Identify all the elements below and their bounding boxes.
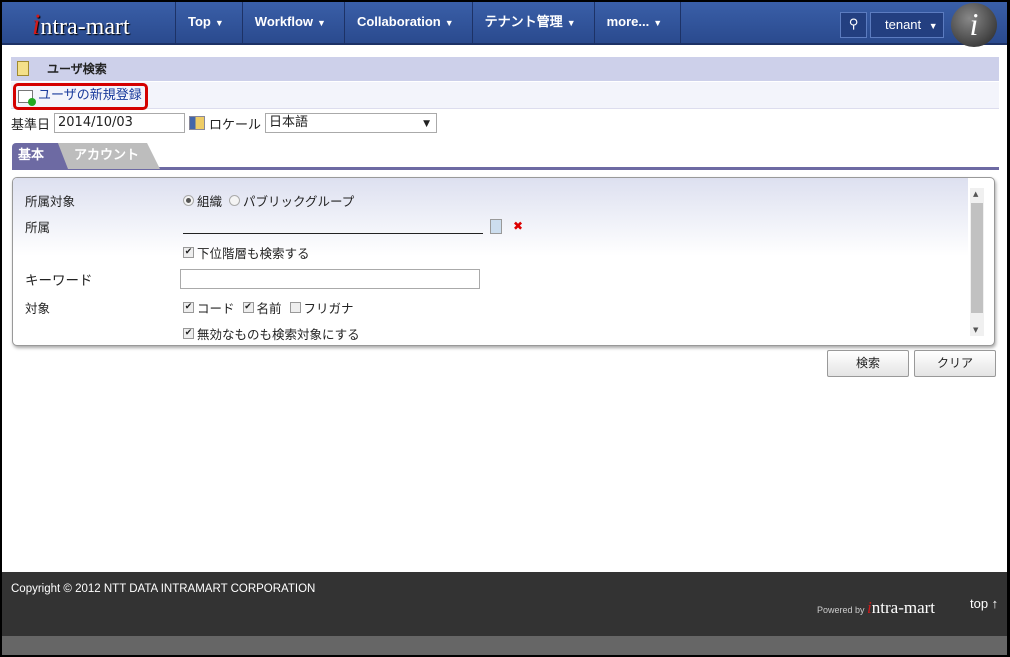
menu-workflow[interactable]: Workflow ▼ (241, 2, 344, 45)
menu-label: テナント管理 (484, 14, 563, 29)
scroll-up-icon[interactable]: ▲ (973, 190, 978, 198)
caret-down-icon: ▼ (214, 18, 224, 28)
menu-top[interactable]: Top ▼ (175, 2, 242, 45)
affiliation-type-label: 所属対象 (25, 194, 76, 209)
target-label: 対象 (25, 301, 51, 316)
radio-public-group[interactable] (229, 195, 241, 206)
intra-mart-logo[interactable]: intra-mart (32, 8, 130, 42)
target-code-checkbox[interactable]: ✔ (183, 302, 194, 313)
tab-bar: アカウント 基本 (12, 143, 999, 170)
radio-public-label: パブリックグループ (243, 194, 355, 209)
lookup-search-icon[interactable] (490, 218, 502, 234)
caret-down-icon: ▼ (928, 21, 938, 31)
search-icon: ⚲ (848, 17, 859, 32)
target-name-checkbox[interactable]: ✔ (242, 302, 254, 313)
menu-tenant-admin[interactable]: テナント管理 ▼ (471, 2, 594, 45)
scrollbar-thumb[interactable] (971, 203, 983, 313)
add-window-icon (18, 90, 36, 106)
action-bar: ユーザの新規登録 (11, 82, 999, 110)
copyright: Copyright © 2012 NTT DATA INTRAMART CORP… (11, 583, 316, 595)
include-invalid-label: 無効なものも検索対象にする (197, 327, 360, 342)
target-kana-label: フリガナ (303, 301, 354, 316)
user-name: tenant (885, 17, 922, 32)
menu-label: more... (606, 14, 650, 29)
date-label: 基準日 (11, 117, 51, 133)
filter-row: 基準日 2014/10/03 ロケール 日本語 (11, 112, 438, 134)
top-nav: intra-mart Top ▼ Workflow ▼ Collaboration ▼… (2, 2, 1007, 47)
affiliation-field[interactable] (183, 218, 483, 234)
powered-by-label: Powered by (817, 605, 865, 615)
include-sub-option: ✔ 下位階層も検索する (183, 243, 310, 262)
folder-icon (17, 61, 29, 76)
clear-button[interactable]: クリア (914, 350, 996, 377)
target-options: ✔ コード ✔ 名前 フリガナ (183, 298, 354, 317)
scroll-down-icon[interactable]: ▼ (973, 326, 978, 334)
new-user-link[interactable]: ユーザの新規登録 (13, 83, 148, 110)
caret-down-icon: ▼ (566, 18, 576, 28)
locale-select[interactable]: 日本語 (265, 113, 438, 133)
clear-x-icon[interactable]: ✖ (513, 219, 523, 233)
calendar-icon[interactable] (189, 116, 206, 130)
radio-org[interactable] (183, 195, 194, 206)
panel-scrollbar[interactable]: ▲ ▼ (970, 188, 984, 336)
affiliation-type-radios: 組織 パブリックグループ (183, 191, 354, 210)
include-sub-checkbox[interactable]: ✔ (183, 247, 194, 258)
target-name-label: 名前 (256, 301, 282, 316)
search-button[interactable]: ⚲ (840, 12, 867, 38)
app-window: intra-mart Top ▼ Workflow ▼ Collaboration ▼… (2, 2, 1007, 655)
search-submit-button[interactable]: 検索 (827, 350, 909, 377)
im-logo-icon[interactable]: i (951, 3, 997, 47)
affiliation-section (13, 178, 968, 256)
search-form-panel: 所属対象 組織 パブリックグループ 所属 ✖ ✔ 下位階層も検索する キーワード … (12, 177, 995, 346)
include-invalid-option: ✔ 無効なものも検索対象にする (183, 324, 360, 343)
affiliation-field-group: ✖ (183, 218, 523, 234)
user-menu[interactable]: tenant ▼ (870, 12, 944, 38)
footer: Copyright © 2012 NTT DATA INTRAMART CORP… (2, 572, 1007, 636)
bottom-bar (2, 636, 1007, 655)
caret-down-icon: ▼ (317, 18, 326, 28)
main-menu: Top ▼ Workflow ▼ Collaboration ▼ テナント管理 ▼ mo… (175, 2, 682, 45)
target-code-label: コード (197, 301, 235, 316)
page-header: ユーザ検索 (11, 57, 999, 81)
page-title: ユーザ検索 (47, 62, 107, 76)
back-to-top-link[interactable]: top ↑ (970, 596, 998, 611)
keyword-label: キーワード (25, 273, 93, 289)
menu-label: Top (188, 14, 211, 29)
powered-by-logo: intra-mart (867, 598, 936, 617)
new-user-label: ユーザの新規登録 (38, 88, 142, 103)
menu-more[interactable]: more... ▼ (593, 2, 682, 45)
radio-org-label: 組織 (197, 194, 223, 209)
caret-down-icon: ▼ (444, 18, 454, 28)
include-sub-label: 下位階層も検索する (197, 246, 310, 261)
date-input[interactable]: 2014/10/03 (54, 113, 186, 133)
menu-label: Workflow (254, 14, 314, 29)
include-invalid-checkbox[interactable]: ✔ (183, 328, 194, 339)
locale-label: ロケール (209, 117, 262, 133)
menu-label: Collaboration (356, 14, 441, 29)
caret-down-icon: ▼ (653, 18, 663, 28)
target-kana-checkbox[interactable] (289, 302, 301, 313)
affiliation-label: 所属 (25, 220, 51, 235)
tab-account[interactable]: アカウント (52, 143, 160, 169)
menu-collaboration[interactable]: Collaboration ▼ (343, 2, 472, 45)
powered-by: Powered by intra-mart (817, 598, 935, 618)
keyword-input[interactable] (180, 269, 480, 289)
